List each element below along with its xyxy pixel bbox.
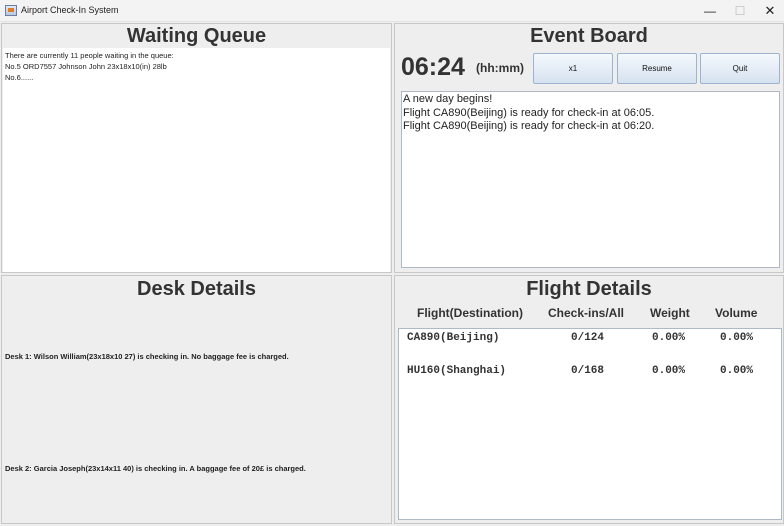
log-line: A new day begins! — [403, 93, 493, 105]
minimize-button[interactable]: — — [695, 0, 725, 22]
close-button[interactable]: ✕ — [755, 0, 784, 22]
quit-button[interactable]: Quit — [700, 53, 780, 84]
waiting-queue-panel: Waiting Queue There are currently 11 peo… — [1, 23, 392, 273]
column-header-flight: Flight(Destination) — [417, 306, 523, 320]
flight-weight: 0.00% — [652, 332, 686, 344]
waiting-queue-title: Waiting Queue — [126, 25, 267, 47]
log-line: Flight CA890(Beijing) is ready for check… — [403, 106, 655, 119]
title-bar: Airport Check-In System — ☐ ✕ — [0, 0, 784, 22]
flight-weight: 0.00% — [652, 365, 686, 377]
column-header-weight: Weight — [650, 306, 690, 320]
event-board-panel: Event Board 06:24 (hh:mm) x1 Resume Quit… — [394, 23, 784, 273]
clock-unit-label: (hh:mm) — [476, 61, 524, 75]
flight-volume: 0.00% — [720, 332, 754, 344]
flight-checkins: 0/124 — [571, 332, 605, 344]
table-row[interactable]: HU160(Shanghai) 0/168 0.00% 0.00% — [399, 365, 781, 379]
flight-table[interactable]: CA890(Beijing) 0/124 0.00% 0.00% HU160(S… — [398, 328, 782, 520]
flight-name: CA890(Beijing) — [407, 332, 500, 344]
resume-button[interactable]: Resume — [617, 53, 697, 84]
window-title: Airport Check-In System — [21, 5, 119, 15]
clock-display: 06:24 — [401, 53, 465, 81]
flight-details-panel: Flight Details Flight(Destination) Check… — [394, 275, 784, 524]
desk-2-status: Desk 2: Garcia Joseph(23x14x11 40) is ch… — [5, 464, 306, 473]
flight-checkins: 0/168 — [571, 365, 605, 377]
log-line: Flight CA890(Beijing) is ready for check… — [403, 120, 655, 132]
column-header-checkins: Check-ins/All — [548, 306, 625, 320]
speed-button[interactable]: x1 — [533, 53, 613, 84]
app-icon — [5, 5, 17, 16]
desk-1-status: Desk 1: Wilson William(23x18x10 27) is c… — [5, 352, 289, 361]
flight-name: HU160(Shanghai) — [407, 365, 507, 377]
flight-volume: 0.00% — [720, 365, 754, 377]
flight-details-title: Flight Details — [526, 278, 652, 300]
maximize-button[interactable]: ☐ — [725, 0, 755, 22]
desk-details-panel: Desk Details Desk 1: Wilson William(23x1… — [1, 275, 392, 524]
waiting-queue-list[interactable]: There are currently 11 people waiting in… — [3, 48, 390, 272]
queue-line: There are currently 11 people waiting in… — [5, 51, 174, 60]
queue-line: No.6...... — [5, 73, 34, 82]
queue-line: No.5 ORD7557 Johnson John 23x18x10(in) 2… — [5, 62, 167, 71]
event-log[interactable]: A new day begins! Flight CA890(Beijing) … — [401, 91, 780, 268]
table-row[interactable]: CA890(Beijing) 0/124 0.00% 0.00% — [399, 332, 781, 346]
desk-details-title: Desk Details — [137, 278, 256, 300]
event-board-title: Event Board — [530, 25, 648, 47]
column-header-volume: Volume — [715, 306, 758, 320]
